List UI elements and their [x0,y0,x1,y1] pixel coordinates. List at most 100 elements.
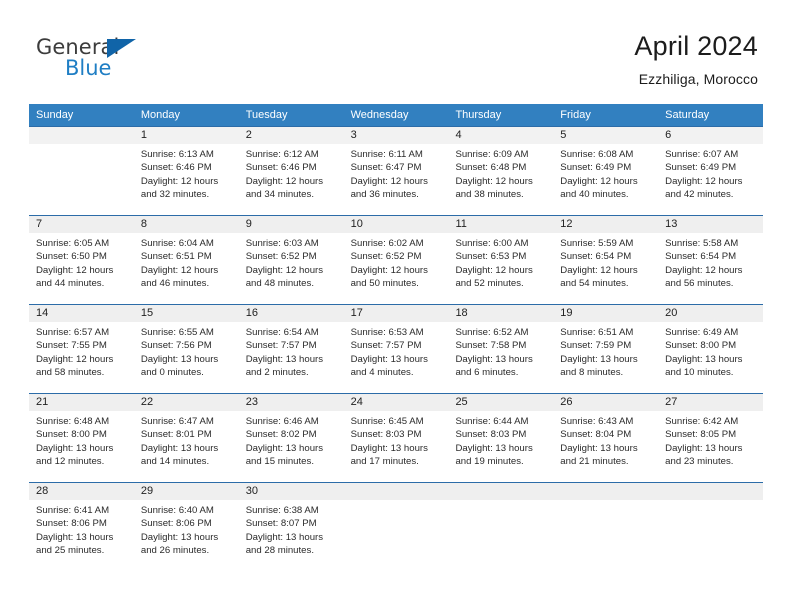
calendar-week-row: 14 15 16 17 18 19 20 Sunrise: 6:57 AM Sunset: 7:… [29,304,763,393]
day-number[interactable]: 21 [29,394,134,411]
day-detail-line: Sunrise: 6:07 AM [665,149,739,160]
day-detail-line: Sunrise: 6:46 AM [245,416,319,427]
week-date-band: 21 22 23 24 25 26 27 [29,394,763,411]
day-cell[interactable]: Sunrise: 6:05 AM Sunset: 6:50 PM Daylight:… [29,233,134,304]
day-cell[interactable]: Sunrise: 6:42 AM Sunset: 8:05 PM Daylight:… [658,411,763,482]
day-detail-line: and 46 minutes. [140,278,210,290]
day-number[interactable]: 13 [658,216,763,233]
calendar-week-row: 1 2 3 4 5 6 Sunrise: 6:13 AM Sunset: 6:46 PM Day… [29,126,763,215]
day-cell[interactable]: Sunrise: 6:46 AM Sunset: 8:02 PM Daylight:… [239,411,344,482]
day-detail-line: and 23 minutes. [665,456,734,468]
day-number[interactable]: 22 [134,394,239,411]
day-detail-line: Sunrise: 6:40 AM [140,505,214,516]
day-detail-line: Daylight: 12 hours [560,175,638,187]
day-number[interactable]: 19 [553,305,658,322]
day-number[interactable]: 17 [344,305,449,322]
day-number[interactable]: 15 [134,305,239,322]
day-number[interactable]: 29 [134,483,239,500]
day-cell[interactable]: Sunrise: 6:13 AM Sunset: 6:46 PM Daylight:… [134,144,239,215]
day-cell[interactable]: Sunrise: 6:47 AM Sunset: 8:01 PM Daylight:… [134,411,239,482]
day-number[interactable]: 25 [448,394,553,411]
week-date-band: 14 15 16 17 18 19 20 [29,305,763,322]
day-number[interactable]: 16 [239,305,344,322]
day-number[interactable]: 14 [29,305,134,322]
day-detail-line: and 40 minutes. [560,189,629,201]
day-number[interactable]: 30 [239,483,344,500]
day-number[interactable]: 26 [553,394,658,411]
day-detail-line: and 36 minutes. [350,189,419,201]
weekday-header-monday: Monday [140,109,180,121]
day-cell[interactable]: Sunrise: 6:48 AM Sunset: 8:00 PM Daylight:… [29,411,134,482]
page-subtitle: Ezzhiliga, Morocco [638,71,758,87]
day-cell[interactable]: Sunrise: 6:52 AM Sunset: 7:58 PM Daylight:… [448,322,553,393]
day-detail-line: Daylight: 12 hours [560,264,638,276]
day-number[interactable]: 9 [239,216,344,233]
day-detail-line: and 52 minutes. [455,278,524,290]
day-detail-line: Sunrise: 6:38 AM [245,505,319,516]
day-cell[interactable]: Sunrise: 6:03 AM Sunset: 6:52 PM Daylight:… [239,233,344,304]
day-detail-line: Sunset: 6:50 PM [36,251,107,263]
day-cell[interactable]: Sunrise: 6:49 AM Sunset: 8:00 PM Daylight:… [658,322,763,393]
day-number[interactable]: 4 [448,127,553,144]
day-cell[interactable]: Sunrise: 6:41 AM Sunset: 8:06 PM Daylight:… [29,500,134,572]
day-detail-line: Sunset: 6:52 PM [245,251,317,263]
day-detail-line: Sunset: 7:58 PM [455,340,527,352]
day-detail-line: and 34 minutes. [245,189,314,201]
day-cell[interactable]: Sunrise: 6:12 AM Sunset: 6:46 PM Daylight:… [239,144,344,215]
day-cell[interactable]: Sunrise: 6:44 AM Sunset: 8:03 PM Daylight:… [448,411,553,482]
day-number[interactable]: 18 [448,305,553,322]
day-detail-line: Sunrise: 6:43 AM [560,416,634,427]
day-detail-line: and 28 minutes. [245,545,314,557]
day-cell[interactable]: Sunrise: 6:45 AM Sunset: 8:03 PM Daylight:… [344,411,449,482]
day-number[interactable]: 5 [553,127,658,144]
day-detail-line: Sunset: 8:00 PM [665,340,737,352]
day-number[interactable]: 11 [448,216,553,233]
day-cell[interactable]: Sunrise: 6:55 AM Sunset: 7:56 PM Daylight:… [134,322,239,393]
day-number[interactable]: 20 [658,305,763,322]
day-number[interactable]: 7 [29,216,134,233]
day-cell[interactable]: Sunrise: 6:04 AM Sunset: 6:51 PM Daylight:… [134,233,239,304]
day-cell[interactable]: Sunrise: 6:54 AM Sunset: 7:57 PM Daylight:… [239,322,344,393]
day-cell[interactable]: Sunrise: 5:59 AM Sunset: 6:54 PM Daylight:… [553,233,658,304]
day-detail-line: Sunrise: 6:49 AM [665,327,739,338]
day-detail-line: Sunrise: 6:11 AM [350,149,423,160]
calendar-week-row: 21 22 23 24 25 26 27 Sunrise: 6:48 AM Sunset: 8:… [29,393,763,482]
day-cell[interactable]: Sunrise: 6:40 AM Sunset: 8:06 PM Daylight:… [134,500,239,572]
day-detail-line: and 58 minutes. [36,367,105,379]
day-cell[interactable]: Sunrise: 6:08 AM Sunset: 6:49 PM Daylight:… [553,144,658,215]
day-cell[interactable]: Sunrise: 6:51 AM Sunset: 7:59 PM Daylight:… [553,322,658,393]
day-cell[interactable]: Sunrise: 6:11 AM Sunset: 6:47 PM Daylight:… [344,144,449,215]
day-number[interactable]: 10 [344,216,449,233]
day-detail-line: Daylight: 12 hours [36,264,114,276]
day-number[interactable]: 27 [658,394,763,411]
logo-text-blue: Blue [65,56,112,80]
day-detail-line: Sunrise: 6:47 AM [140,416,214,427]
day-number[interactable]: 12 [553,216,658,233]
day-cell[interactable]: Sunrise: 6:53 AM Sunset: 7:57 PM Daylight:… [344,322,449,393]
day-cell[interactable]: Sunrise: 6:02 AM Sunset: 6:52 PM Daylight:… [344,233,449,304]
day-detail-line: and 56 minutes. [665,278,734,290]
day-detail-line: and 19 minutes. [455,456,524,468]
day-number[interactable]: 28 [29,483,134,500]
day-cell[interactable]: Sunrise: 5:58 AM Sunset: 6:54 PM Daylight:… [658,233,763,304]
day-detail-line: Sunrise: 6:55 AM [140,327,214,338]
day-cell[interactable]: Sunrise: 6:00 AM Sunset: 6:53 PM Daylight:… [448,233,553,304]
weekday-header-thursday: Thursday [455,109,502,121]
day-number[interactable]: 2 [239,127,344,144]
day-cell[interactable]: Sunrise: 6:09 AM Sunset: 6:48 PM Daylight:… [448,144,553,215]
day-cell-empty [553,500,658,572]
day-number[interactable]: 1 [134,127,239,144]
day-cell-empty [448,500,553,572]
day-number[interactable]: 8 [134,216,239,233]
day-number[interactable]: 23 [239,394,344,411]
weekday-header-saturday: Saturday [665,109,710,121]
day-cell[interactable]: Sunrise: 6:57 AM Sunset: 7:55 PM Daylight:… [29,322,134,393]
day-number[interactable]: 6 [658,127,763,144]
day-number[interactable]: 3 [344,127,449,144]
day-cell[interactable]: Sunrise: 6:43 AM Sunset: 8:04 PM Daylight:… [553,411,658,482]
day-detail-line: Sunrise: 6:00 AM [455,238,529,249]
day-detail-line: and 32 minutes. [140,189,210,201]
day-cell[interactable]: Sunrise: 6:07 AM Sunset: 6:49 PM Daylight:… [658,144,763,215]
day-number[interactable]: 24 [344,394,449,411]
day-cell[interactable]: Sunrise: 6:38 AM Sunset: 8:07 PM Daylight:… [239,500,344,572]
